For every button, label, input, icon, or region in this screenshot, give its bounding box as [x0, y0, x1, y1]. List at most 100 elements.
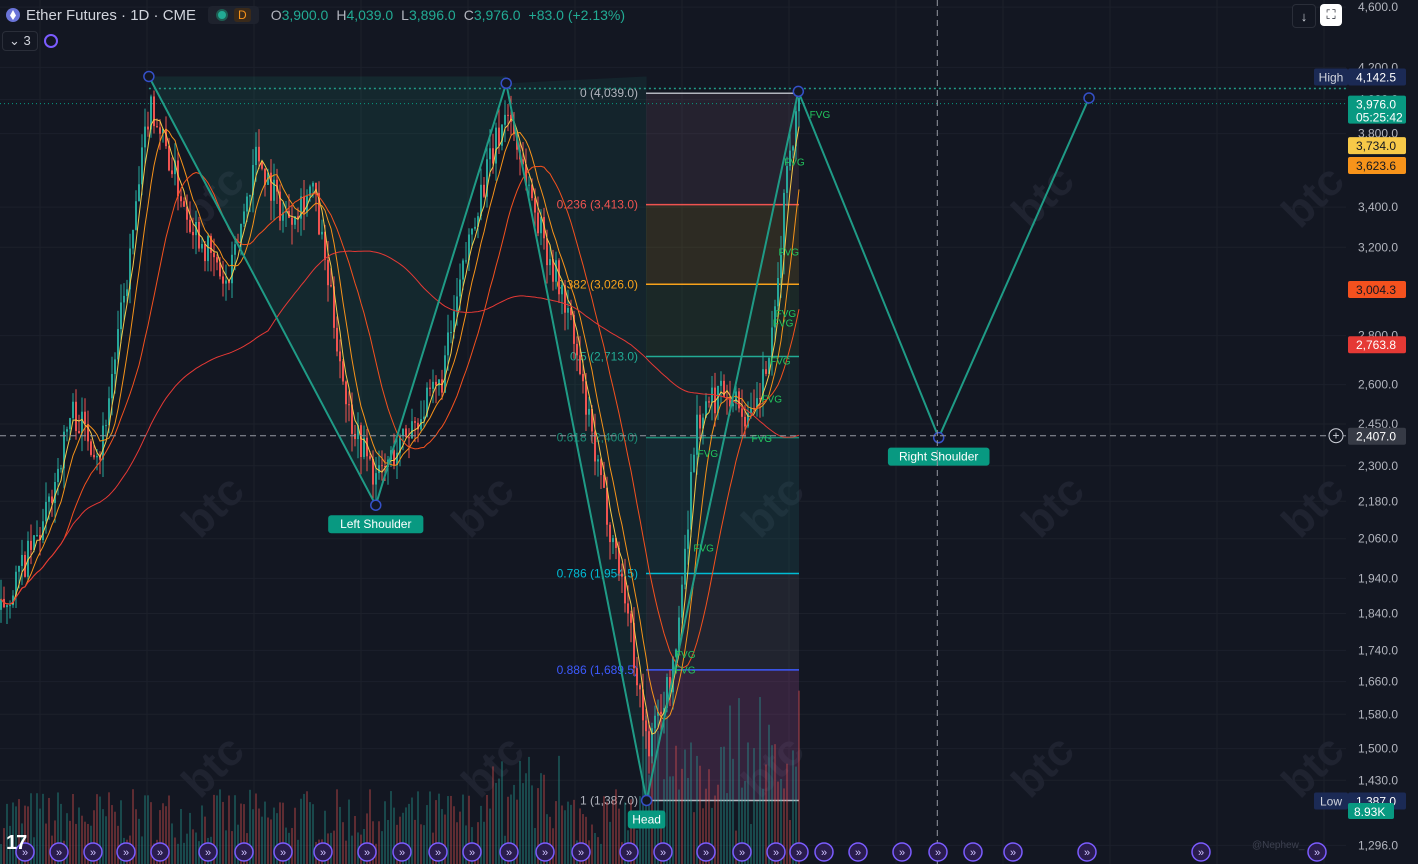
volume-bar	[261, 816, 263, 864]
volume-bar	[147, 795, 149, 864]
volume-bar	[378, 821, 380, 864]
volume-bar	[267, 817, 269, 864]
price-tag-countdown: 05:25:42	[1356, 111, 1403, 125]
candle-body	[654, 715, 656, 729]
volume-bar	[666, 715, 668, 864]
volume-bar	[387, 819, 389, 864]
candle-body	[450, 332, 452, 334]
volume-bar	[762, 788, 764, 864]
volume-bar	[420, 824, 422, 864]
fvg-label: FVG	[778, 248, 799, 259]
volume-bar	[351, 835, 353, 864]
volume-bar	[639, 796, 641, 864]
volume-bar	[522, 783, 524, 864]
volume-bar	[300, 798, 302, 864]
volume-bar	[303, 793, 305, 864]
close-value: 3,976.0	[473, 7, 521, 23]
event-glyph: »	[899, 847, 905, 859]
price-chart[interactable]: btcbtcbtcbtcbtcbtcbtcbtcbtcbtcbtcbtcbtc0…	[0, 0, 1418, 864]
volume-bar	[306, 791, 308, 864]
candle-body	[375, 473, 377, 485]
candle-body	[345, 381, 347, 405]
market-status[interactable]: D	[208, 6, 259, 24]
candle-body	[336, 327, 338, 352]
volume-bar	[381, 831, 383, 864]
price-tag-label: 3,004.3	[1356, 283, 1396, 297]
fib-zone	[646, 204, 799, 285]
fvg-label: FVG	[675, 666, 696, 677]
candle-body	[393, 450, 395, 465]
symbol-title[interactable]: Ether Futures · 1D · CME	[26, 7, 196, 24]
volume-bar	[114, 811, 116, 864]
fvg-label: FVG	[773, 318, 794, 329]
candle-body	[231, 254, 233, 284]
volume-bar	[720, 746, 722, 864]
candle-body	[765, 369, 767, 374]
candle-body	[711, 387, 713, 403]
close-key: C	[463, 7, 474, 23]
candle-body	[327, 259, 329, 286]
event-glyph: »	[821, 847, 827, 859]
low-key: L	[401, 7, 409, 23]
volume-bar	[561, 805, 563, 864]
fvg-label: FVG	[693, 544, 714, 555]
candle-body	[93, 454, 95, 458]
volume-bar	[528, 756, 530, 864]
volume-bar	[519, 760, 521, 864]
candle-body	[339, 351, 341, 362]
candle-body	[291, 217, 293, 225]
volume-bar	[681, 768, 683, 864]
candle-body	[681, 584, 683, 618]
candle-body	[645, 720, 647, 732]
candle-body	[159, 127, 161, 134]
volume-bar	[102, 809, 104, 864]
candle-body	[465, 260, 467, 262]
tradingview-logo-icon[interactable]: 17	[6, 832, 27, 855]
symbol-header[interactable]: Ether Futures · 1D · CME D O3,900.0 H4,0…	[6, 6, 625, 24]
event-glyph: »	[205, 847, 211, 859]
market-open-icon	[216, 9, 229, 21]
volume-bar	[291, 828, 293, 864]
volume-bar	[693, 812, 695, 864]
event-glyph: »	[1010, 847, 1016, 859]
price-tick-label: 1,740.0	[1358, 643, 1398, 657]
screenshot-icon[interactable]: ⛶	[1320, 4, 1342, 26]
volume-bar	[675, 745, 677, 864]
fib-level-label: 0.236 (3,413.0)	[557, 198, 638, 212]
candle-body	[408, 437, 410, 439]
sync-icon[interactable]	[43, 34, 58, 48]
price-tick-label: 1,660.0	[1358, 675, 1398, 689]
candle-body	[168, 146, 170, 171]
price-tick-label: 1,940.0	[1358, 571, 1398, 585]
scroll-down-arrow-icon[interactable]: ↓	[1292, 4, 1316, 28]
candle-body	[255, 146, 257, 166]
candle-body	[321, 231, 323, 235]
pattern-node	[640, 794, 653, 807]
price-tag-label: 3,734.0	[1356, 139, 1396, 153]
event-glyph: »	[320, 847, 326, 859]
price-tick-label: 3,400.0	[1358, 200, 1398, 214]
volume-bar	[42, 793, 44, 864]
volume-bar	[684, 749, 686, 864]
volume-bar	[489, 808, 491, 864]
price-tick-label: 1,580.0	[1358, 707, 1398, 721]
candle-body	[630, 613, 632, 623]
price-tag-label: 4,142.5	[1356, 70, 1396, 84]
volume-bar	[69, 820, 71, 864]
candle-body	[171, 170, 173, 175]
volume-bar	[486, 794, 488, 864]
volume-bar	[591, 824, 593, 864]
price-tick-label: 1,430.0	[1358, 773, 1398, 787]
indicators-toggle[interactable]: ⌄ 3	[2, 31, 38, 51]
volume-bar	[195, 832, 197, 864]
event-glyph: »	[56, 847, 62, 859]
volume-bar	[654, 725, 656, 864]
candle-body	[684, 548, 686, 585]
volume-bar	[141, 836, 143, 864]
candle-body	[429, 387, 431, 389]
volume-bar	[606, 801, 608, 864]
event-glyph: »	[469, 847, 475, 859]
price-tick-label: 2,600.0	[1358, 378, 1398, 392]
volume-bar	[525, 773, 527, 864]
low-value: 3,896.0	[408, 7, 456, 23]
